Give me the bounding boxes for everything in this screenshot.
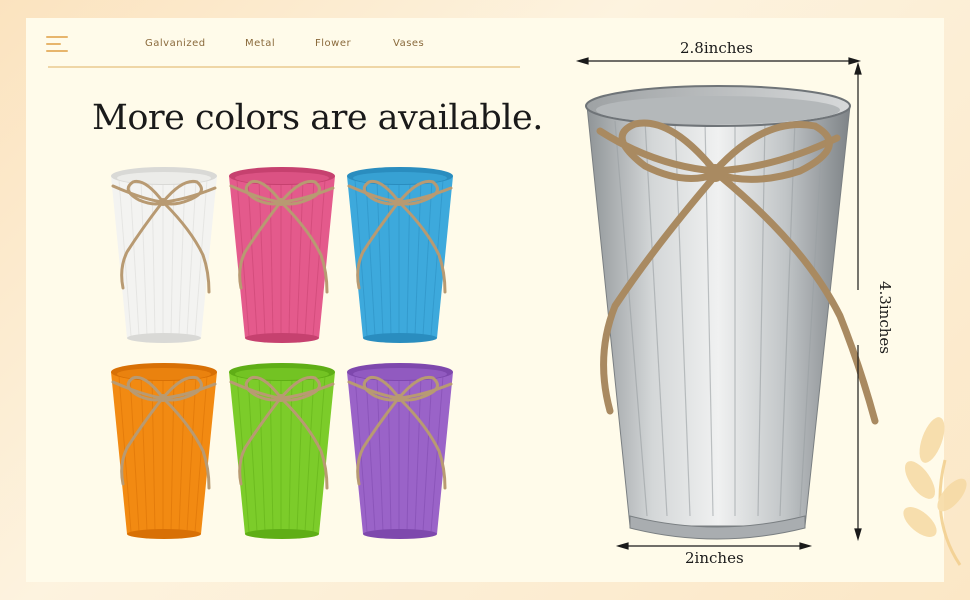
vase-purple: [341, 356, 459, 544]
vase-blue: [341, 160, 459, 348]
vase-white: [105, 160, 223, 348]
vase-orange: [105, 356, 223, 544]
vase-pink: [223, 160, 341, 348]
leaf-decoration-icon: [903, 417, 967, 566]
width-bottom-label: 2inches: [685, 549, 744, 567]
nav-item-metal[interactable]: Metal: [245, 38, 275, 49]
page-heading: More colors are available.: [92, 98, 543, 138]
menu-icon[interactable]: [46, 36, 68, 52]
width-top-label: 2.8inches: [680, 39, 753, 57]
galvanized-vase-image: [575, 76, 895, 556]
nav-item-galvanized[interactable]: Galvanized: [145, 38, 206, 49]
nav-item-vases[interactable]: Vases: [393, 38, 424, 49]
height-label: 4.3inches: [876, 281, 894, 354]
nav-divider: [48, 66, 520, 68]
vase-green: [223, 356, 341, 544]
nav-item-flower[interactable]: Flower: [315, 38, 351, 49]
